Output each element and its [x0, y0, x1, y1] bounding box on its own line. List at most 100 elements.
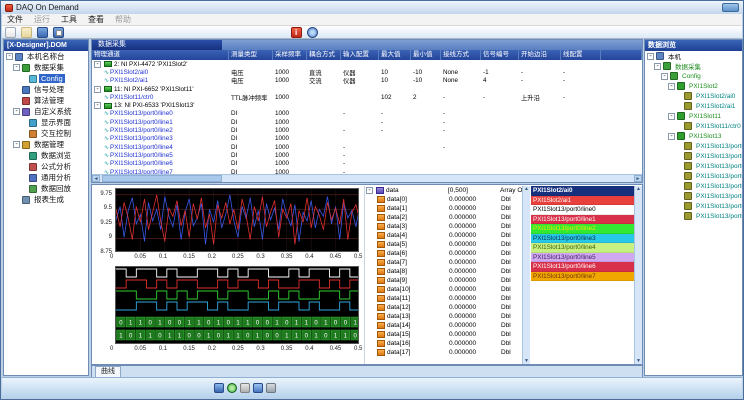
- column-header[interactable]: 最大值: [379, 50, 411, 60]
- abort-icon[interactable]: [291, 27, 302, 38]
- expander-icon[interactable]: -: [13, 141, 20, 148]
- data-row[interactable]: data[15]0.000000Dbl: [365, 330, 522, 339]
- data-row[interactable]: data[14]0.000000Dbl: [365, 321, 522, 330]
- scroll-left-icon[interactable]: ◄: [92, 175, 100, 182]
- expander-icon[interactable]: -: [94, 61, 101, 68]
- data-row[interactable]: data[11]0.000000Dbl: [365, 294, 522, 303]
- table-row[interactable]: ∿PXI1Slot13/port0/line2DI1000---: [92, 126, 642, 134]
- legend-item[interactable]: PXI1Slot13/port0/line6: [531, 262, 634, 272]
- table-row[interactable]: ∿PXI1Slot13/port0/line5DI1000-: [92, 151, 642, 159]
- menu-item[interactable]: 帮助: [115, 14, 131, 25]
- title-bar[interactable]: DAQ On Demand: [1, 1, 743, 14]
- tree-item[interactable]: Config: [4, 73, 88, 84]
- column-header[interactable]: 输入配置: [341, 50, 379, 60]
- tree-item[interactable]: 信号处理: [4, 84, 88, 95]
- tree-item[interactable]: 报表生成: [4, 194, 88, 205]
- expander-icon[interactable]: -: [94, 86, 101, 93]
- tree-item[interactable]: PXI1Slot13/port0/line6: [645, 201, 742, 211]
- tree-item[interactable]: 通用分析: [4, 172, 88, 183]
- expander-icon[interactable]: -: [661, 73, 668, 80]
- data-row[interactable]: data[8]0.000000Dbl: [365, 267, 522, 276]
- column-header[interactable]: 接线方式: [441, 50, 481, 60]
- tree-item[interactable]: PXI1Slot13/port0/line4: [645, 181, 742, 191]
- sync-icon[interactable]: [227, 383, 237, 393]
- table-row[interactable]: ∿PXI1Slot13/port0/line0DI1000---: [92, 110, 642, 118]
- tree-item[interactable]: -数据采集: [645, 61, 742, 71]
- column-header[interactable]: 最小值: [411, 50, 441, 60]
- tab-curve[interactable]: 曲线: [95, 366, 121, 377]
- data-row[interactable]: data[3]0.000000Dbl: [365, 222, 522, 231]
- tree-item[interactable]: 交互控制: [4, 128, 88, 139]
- legend-item[interactable]: PXI1Slot2/ai1: [531, 196, 634, 206]
- table-row[interactable]: ∿PXI1Slot13/port0/line3DI1000: [92, 135, 642, 143]
- data-row[interactable]: data[0]0.000000Dbl: [365, 195, 522, 204]
- tools-icon[interactable]: [307, 27, 318, 38]
- printer-icon[interactable]: [266, 383, 276, 393]
- column-header[interactable]: 物理通道: [92, 50, 229, 60]
- tree-item[interactable]: -数据采集: [4, 62, 88, 73]
- legend-item[interactable]: PXI1Slot13/port0/line5: [531, 253, 634, 263]
- expander-icon[interactable]: -: [668, 83, 675, 90]
- expander-icon[interactable]: -: [94, 102, 101, 109]
- expander-icon[interactable]: -: [654, 63, 661, 70]
- tree-item[interactable]: -PXI1Slot11: [645, 111, 742, 121]
- tree-item[interactable]: PXI1Slot13/port0/line7: [645, 211, 742, 221]
- tree-item[interactable]: PXI1Slot13/port0/line1: [645, 151, 742, 161]
- data-row[interactable]: data[9]0.000000Dbl: [365, 276, 522, 285]
- tree-item[interactable]: PXI1Slot13/port0/line0: [645, 141, 742, 151]
- data-row[interactable]: data[6]0.000000Dbl: [365, 249, 522, 258]
- scroll-right-icon[interactable]: ►: [634, 175, 642, 182]
- data-row[interactable]: data[10]0.000000Dbl: [365, 285, 522, 294]
- column-header[interactable]: 耦合方式: [307, 50, 341, 60]
- save-as-icon[interactable]: [53, 27, 64, 38]
- expander-icon[interactable]: -: [6, 53, 13, 60]
- expander-icon[interactable]: -: [13, 108, 20, 115]
- column-header[interactable]: 开始边沿: [519, 50, 561, 60]
- data-table-scrollbar[interactable]: [522, 186, 530, 364]
- column-header[interactable]: 采样频率: [273, 50, 307, 60]
- data-row[interactable]: data[17]0.000000Dbl: [365, 348, 522, 357]
- tree-item[interactable]: PXI1Slot11/ctr0: [645, 121, 742, 131]
- expander-icon[interactable]: -: [366, 187, 373, 194]
- column-header[interactable]: 信号编号: [481, 50, 519, 60]
- tree-item[interactable]: -自定义系统: [4, 106, 88, 117]
- tree-item[interactable]: -本机: [645, 51, 742, 61]
- tree-item[interactable]: PXI1Slot2/ai1: [645, 101, 742, 111]
- data-row[interactable]: data[1]0.000000Dbl: [365, 204, 522, 213]
- legend-selected-item[interactable]: PXI1Slot2/ai0: [531, 186, 634, 196]
- table-row[interactable]: ∿PXI1Slot13/port0/line1DI1000--: [92, 118, 642, 126]
- table-row[interactable]: ∿PXI1Slot13/port0/line6DI1000-: [92, 160, 642, 168]
- scrollbar-thumb[interactable]: [102, 175, 222, 182]
- tree-item[interactable]: 数据回放: [4, 183, 88, 194]
- new-file-icon[interactable]: [5, 27, 16, 38]
- column-header[interactable]: 线配置: [561, 50, 601, 60]
- legend-item[interactable]: PXI1Slot13/port0/line7: [531, 272, 634, 282]
- legend-scrollbar[interactable]: [634, 186, 642, 364]
- tree-item[interactable]: 算法管理: [4, 95, 88, 106]
- column-header[interactable]: 测量类型: [229, 50, 273, 60]
- expander-icon[interactable]: -: [13, 64, 20, 71]
- close-button[interactable]: [722, 3, 739, 12]
- menu-item[interactable]: 运行: [34, 14, 50, 25]
- tree-item[interactable]: -数据管理: [4, 139, 88, 150]
- data-row[interactable]: data[7]0.000000Dbl: [365, 258, 522, 267]
- layout-icon[interactable]: [253, 383, 263, 393]
- tree-item[interactable]: PXI1Slot13/port0/line2: [645, 161, 742, 171]
- data-row[interactable]: -data[0,500]Array Of Dbl: [365, 186, 522, 195]
- legend-item[interactable]: PXI1Slot13/port0/line4: [531, 243, 634, 253]
- tree-item[interactable]: -Config: [645, 71, 742, 81]
- horizontal-scrollbar[interactable]: ◄ ►: [92, 174, 642, 182]
- tab-data-acquisition[interactable]: 数据采集: [92, 40, 222, 50]
- table-row[interactable]: ∿PXI1Slot13/port0/line4DI1000--: [92, 143, 642, 151]
- save-icon[interactable]: [37, 27, 48, 38]
- tree-item[interactable]: 显示界面: [4, 117, 88, 128]
- open-folder-icon[interactable]: [21, 27, 32, 38]
- legend-item[interactable]: PXI1Slot13/port0/line2: [531, 224, 634, 234]
- menu-item[interactable]: 查看: [88, 14, 104, 25]
- tree-item[interactable]: PXI1Slot13/port0/line5: [645, 191, 742, 201]
- legend-item[interactable]: PXI1Slot13/port0/line3: [531, 234, 634, 244]
- expander-icon[interactable]: -: [668, 113, 675, 120]
- table-row[interactable]: ∿PXI1Slot11/ctr0TTL脉冲频率10001022--上升沿-: [92, 93, 642, 101]
- legend-item[interactable]: PXI1Slot13/port0/line1: [531, 215, 634, 225]
- menu-item[interactable]: 文件: [7, 14, 23, 25]
